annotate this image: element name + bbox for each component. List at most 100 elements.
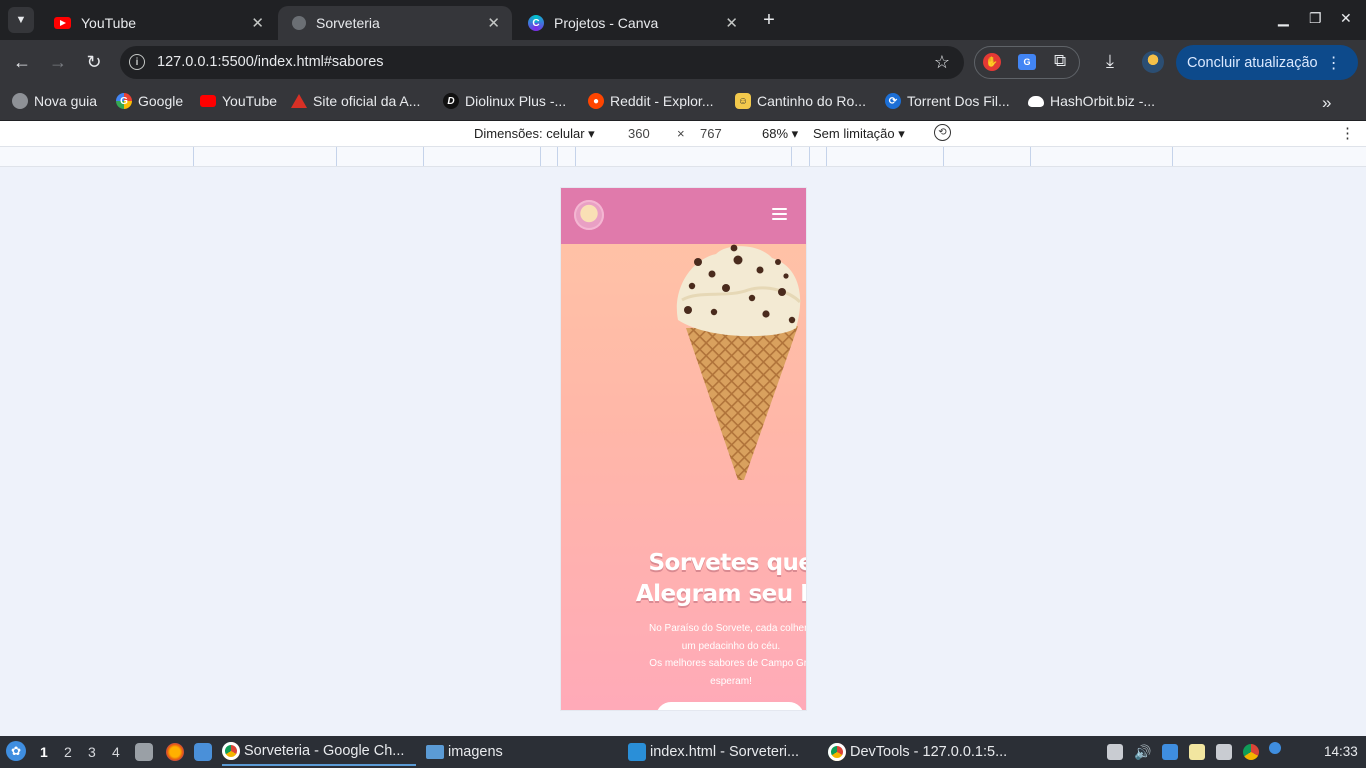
tab-sorveteria[interactable]: Sorveteria ✕ — [278, 6, 512, 40]
media-query-marker[interactable] — [423, 147, 424, 166]
hero-description: No Paraíso do Sorvete, cada colhera um p… — [616, 620, 806, 690]
new-tab-button[interactable]: + — [758, 7, 780, 33]
tab-canva[interactable]: C Projetos - Canva ✕ — [514, 6, 750, 40]
volume-icon[interactable]: 🔊 — [1134, 744, 1151, 760]
download-icon[interactable]: ⤓ — [1106, 51, 1114, 72]
viewport-height-input[interactable]: 767 — [700, 126, 722, 141]
media-query-marker[interactable] — [540, 147, 541, 166]
bookmark-cantinho[interactable]: ☺ Cantinho do Ro... — [735, 93, 866, 109]
bookmark-hashorbit[interactable]: HashOrbit.biz -... — [1028, 93, 1155, 109]
more-vert-icon[interactable]: ⋮ — [1340, 124, 1355, 142]
window-label: imagens — [448, 744, 503, 760]
cantinho-icon: ☺ — [735, 93, 751, 109]
chrome-tray-icon[interactable] — [1243, 744, 1259, 760]
minimize-icon: ▁ — [1278, 10, 1289, 26]
workspace-3[interactable]: 3 — [88, 744, 96, 760]
tab-title: Sorveteria — [316, 15, 380, 31]
zoom-dropdown[interactable]: 68% ▾ — [762, 126, 798, 142]
adblock-extension-icon[interactable]: ✋ — [983, 53, 1001, 71]
update-button[interactable]: Concluir atualização ⋮ — [1176, 45, 1358, 80]
tab-search-button[interactable]: ▼ — [8, 7, 34, 33]
clock[interactable]: 14:33 — [1324, 744, 1358, 759]
bookmark-site-oficial[interactable]: Site oficial da A... — [291, 93, 420, 109]
close-icon[interactable]: ✕ — [725, 14, 738, 32]
ice-cream-cone-image — [676, 244, 802, 480]
media-query-bar[interactable] — [0, 147, 1366, 167]
site-logo[interactable] — [574, 200, 604, 230]
viewport-width-input[interactable]: 360 — [628, 126, 650, 141]
device-dimensions-dropdown[interactable]: Dimensões: celular ▾ — [474, 126, 595, 142]
bookmark-label: Diolinux Plus -... — [465, 93, 567, 109]
network-icon[interactable] — [1162, 744, 1178, 760]
hero-text-line: um pedacinho do céu. — [681, 640, 781, 652]
bookmarks-bar: Nova guia G Google YouTube Site oficial … — [0, 85, 1366, 121]
url-text[interactable]: 127.0.0.1:5500/index.html#sabores — [157, 54, 384, 70]
workspace-4[interactable]: 4 — [112, 744, 120, 760]
media-query-marker[interactable] — [1172, 147, 1173, 166]
taskbar-window-devtools[interactable]: DevTools - 127.0.0.1:5... — [828, 738, 1007, 766]
profile-avatar[interactable] — [1142, 51, 1164, 73]
close-icon[interactable]: ✕ — [251, 14, 264, 32]
display-icon[interactable] — [1216, 744, 1232, 760]
media-query-marker[interactable] — [336, 147, 337, 166]
reload-icon: ↻ — [86, 52, 102, 72]
workspace-2[interactable]: 2 — [64, 744, 72, 760]
google-icon: G — [116, 93, 132, 109]
back-arrow-icon: ← — [13, 52, 31, 72]
media-query-marker[interactable] — [826, 147, 827, 166]
minimize-button[interactable]: ▁ — [1278, 10, 1289, 27]
device-viewport: Sorvetes que Alegram seu Di No Paraíso d… — [561, 188, 806, 710]
start-menu-icon[interactable]: ✿ — [6, 741, 26, 761]
bookmark-google[interactable]: G Google — [116, 93, 183, 109]
reddit-icon: ● — [588, 93, 604, 109]
bookmark-nova-guia[interactable]: Nova guia — [12, 93, 97, 109]
bookmark-youtube[interactable]: YouTube — [200, 93, 277, 109]
extensions-puzzle-icon[interactable]: ⧉ — [1054, 51, 1066, 71]
media-query-marker[interactable] — [1030, 147, 1031, 166]
taskbar-window-sorveteria[interactable]: Sorveteria - Google Ch... — [222, 738, 416, 766]
workspace-1[interactable]: 1 — [40, 744, 48, 760]
vscode-icon — [628, 743, 646, 761]
folder-icon — [426, 745, 444, 759]
restore-button[interactable]: ❐ — [1309, 10, 1322, 27]
bookmark-label: Google — [138, 93, 184, 109]
tray-upload-icon[interactable] — [1107, 744, 1123, 760]
notes-icon[interactable] — [1189, 744, 1205, 760]
bookmark-label: Torrent Dos Fil... — [907, 93, 1010, 109]
forward-button[interactable]: → — [46, 52, 70, 73]
bookmark-star-icon[interactable]: ☆ — [934, 52, 950, 73]
reload-button[interactable]: ↻ — [82, 52, 106, 73]
media-query-marker[interactable] — [575, 147, 576, 166]
tab-youtube[interactable]: YouTube ✕ — [40, 6, 276, 40]
window-label: index.html - Sorveteri... — [650, 744, 800, 760]
taskbar-window-vscode[interactable]: index.html - Sorveteri... — [628, 738, 799, 766]
media-query-marker[interactable] — [943, 147, 944, 166]
bookmark-torrent[interactable]: ⟳ Torrent Dos Fil... — [885, 93, 1010, 109]
media-query-marker[interactable] — [791, 147, 792, 166]
bookmark-label: Site oficial da A... — [313, 93, 421, 109]
bookmark-reddit[interactable]: ● Reddit - Explor... — [588, 93, 714, 109]
address-bar[interactable]: i 127.0.0.1:5500/index.html#sabores ☆ — [120, 46, 964, 79]
firefox-launcher-icon[interactable] — [166, 743, 184, 761]
more-bookmarks-icon[interactable]: » — [1322, 93, 1331, 113]
back-button[interactable]: ← — [10, 52, 34, 73]
throttling-value: Sem limitação — [813, 126, 895, 141]
bookmark-label: Cantinho do Ro... — [757, 93, 866, 109]
close-window-button[interactable]: ✕ — [1340, 10, 1352, 27]
desktop-launcher-icon[interactable] — [194, 743, 212, 761]
media-query-marker[interactable] — [557, 147, 558, 166]
notification-icon[interactable] — [1269, 742, 1281, 754]
site-info-icon[interactable]: i — [129, 54, 145, 70]
hamburger-menu-icon[interactable] — [772, 208, 787, 222]
close-icon[interactable]: ✕ — [487, 14, 500, 32]
media-query-marker[interactable] — [193, 147, 194, 166]
bookmark-diolinux[interactable]: D Diolinux Plus -... — [443, 93, 566, 109]
media-query-marker[interactable] — [809, 147, 810, 166]
throttling-dropdown[interactable]: Sem limitação ▾ — [813, 126, 905, 142]
hero-cta-button[interactable] — [656, 702, 804, 710]
plus-icon: + — [763, 8, 775, 31]
rotate-icon[interactable]: ⟲ — [934, 124, 951, 141]
file-manager-launcher-icon[interactable] — [135, 743, 153, 761]
translate-extension-icon[interactable]: G — [1018, 54, 1036, 70]
taskbar-window-imagens[interactable]: imagens — [426, 738, 503, 766]
